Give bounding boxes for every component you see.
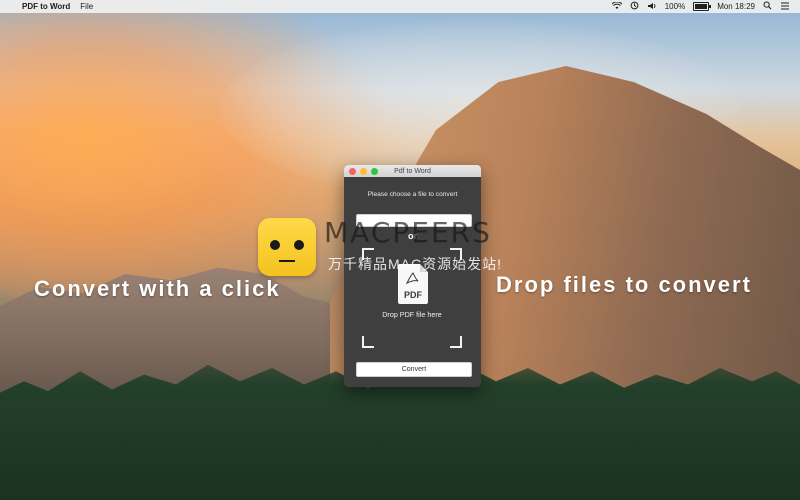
menu-bar: PDF to Word File 100% Mon 18:29 (0, 0, 800, 13)
minimize-button[interactable] (360, 167, 367, 175)
convert-button[interactable]: Convert (356, 362, 472, 377)
search-icon[interactable] (763, 1, 772, 12)
pdf-label: PDF (404, 290, 422, 300)
menu-app-name[interactable]: PDF to Word (22, 2, 70, 11)
title-bar[interactable]: Pdf to Word (344, 165, 481, 177)
watermark-subtitle: 万千精品MAC资源始发站! (328, 256, 502, 272)
list-icon[interactable] (780, 2, 790, 12)
volume-icon[interactable] (647, 2, 657, 12)
drop-corner-bottom-right (450, 336, 462, 348)
zoom-button[interactable] (371, 167, 378, 175)
time-machine-icon[interactable] (630, 1, 639, 12)
drop-corner-bottom-left (362, 336, 374, 348)
watermark-title: MACPEERS (324, 216, 492, 249)
clock[interactable]: Mon 18:29 (717, 2, 755, 11)
logo-eye-right (294, 240, 304, 250)
choose-file-prompt: Please choose a file to convert (367, 191, 458, 198)
watermark: MACPEERS 万千精品MAC资源始发站! (258, 216, 558, 278)
close-button[interactable] (349, 167, 356, 175)
wifi-icon[interactable] (611, 0, 623, 12)
promo-left-text: Convert with a click (34, 276, 281, 301)
watermark-logo-icon (258, 218, 316, 276)
battery-icon[interactable] (693, 2, 712, 11)
battery-percent: 100% (664, 2, 686, 11)
status-area: 100% Mon 18:29 (611, 0, 790, 12)
drop-pdf-label: Drop PDF file here (382, 310, 442, 319)
menu-file[interactable]: File (80, 2, 93, 11)
logo-eye-left (270, 240, 280, 250)
logo-mouth (279, 254, 295, 262)
traffic-lights (349, 167, 378, 175)
battery-fill (695, 4, 708, 9)
